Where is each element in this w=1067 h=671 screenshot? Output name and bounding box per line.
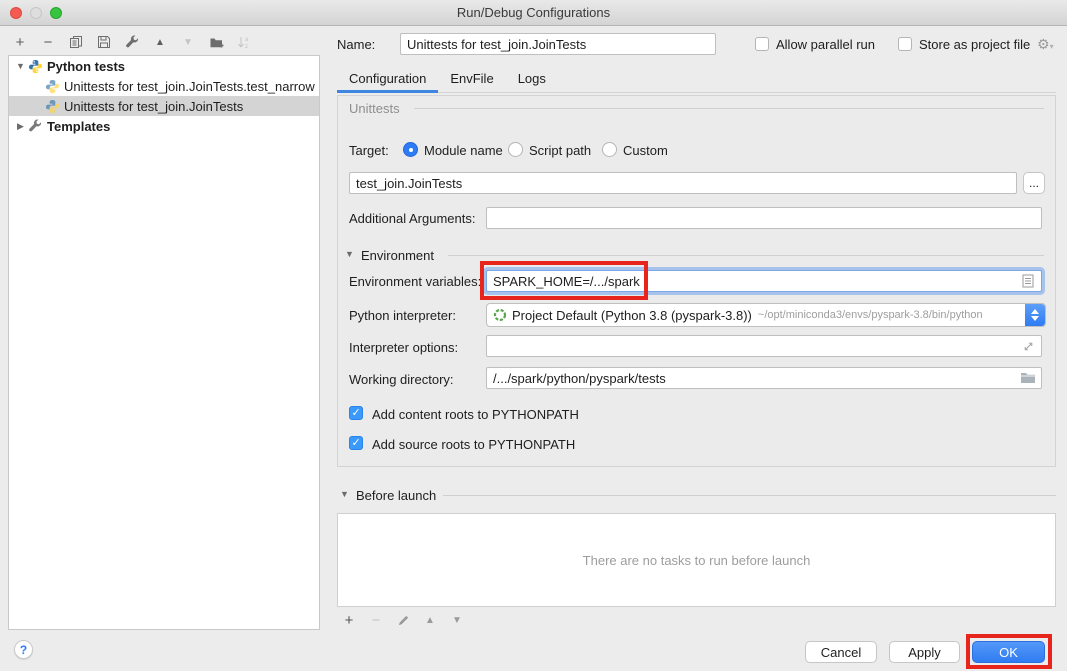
add-icon[interactable]: + [12,34,28,50]
edit-variables-icon[interactable] [1022,274,1034,291]
expand-field-icon[interactable] [1022,340,1035,356]
add-content-roots-label: Add content roots to PYTHONPATH [372,407,579,422]
window-title: Run/Debug Configurations [0,5,1067,20]
working-directory-input[interactable] [486,367,1042,389]
ok-button[interactable]: OK [972,641,1045,663]
add-source-roots-checkbox[interactable] [349,436,363,450]
python-test-icon [45,99,60,114]
edit-templates-icon[interactable] [124,34,140,50]
conda-env-icon [493,308,507,322]
interpreter-options-input[interactable] [486,335,1042,357]
move-up-icon[interactable]: ▲ [152,34,168,50]
tree-item-unittests-test-narrow[interactable]: Unittests for test_join.JoinTests.test_n… [9,76,319,96]
additional-arguments-label: Additional Arguments: [349,211,475,226]
store-as-project-file-checkbox[interactable] [898,37,912,51]
cancel-button[interactable]: Cancel [805,641,877,663]
before-launch-empty-message: There are no tasks to run before launch [583,553,811,568]
additional-arguments-input[interactable] [486,207,1042,229]
environment-variables-input[interactable] [486,270,1042,292]
before-launch-task-list: There are no tasks to run before launch [337,513,1056,607]
group-divider [414,108,1044,109]
tree-item-label: Templates [47,119,110,134]
store-options-gear-icon[interactable]: ⚙▾ [1037,37,1054,51]
move-up-icon[interactable]: ▲ [422,612,438,628]
edit-icon[interactable] [395,612,411,628]
unittests-group-title: Unittests [349,101,400,116]
add-icon[interactable]: + [341,612,357,628]
remove-icon[interactable]: − [368,612,384,628]
svg-text:a: a [245,37,249,43]
before-launch-collapse-icon[interactable]: ▼ [340,489,349,499]
tab-configuration[interactable]: Configuration [337,66,438,93]
title-bar: Run/Debug Configurations [0,0,1067,26]
svg-text:z: z [245,44,248,50]
select-stepper-icon[interactable] [1025,304,1045,326]
store-as-project-file-label: Store as project file [919,37,1030,52]
radio-script-path[interactable] [508,142,523,157]
tree-item-templates[interactable]: ▶ Templates [9,116,319,136]
radio-custom[interactable] [602,142,617,157]
tree-item-label: Python tests [47,59,125,74]
python-icon [28,59,43,74]
radio-module-name-label: Module name [424,143,503,158]
tree-item-python-tests[interactable]: ▼ Python tests [9,56,319,76]
move-down-icon[interactable]: ▼ [180,34,196,50]
name-input[interactable] [400,33,716,55]
run-debug-configurations-dialog: Run/Debug Configurations + − ▲ ▼ az ▼ Py [0,0,1067,671]
tab-logs[interactable]: Logs [506,66,558,93]
radio-custom-label: Custom [623,143,668,158]
before-launch-title: Before launch [356,488,436,503]
environment-divider [448,255,1044,256]
environment-collapse-icon[interactable]: ▼ [345,249,354,259]
add-content-roots-checkbox[interactable] [349,406,363,420]
working-directory-label: Working directory: [349,372,454,387]
move-down-icon[interactable]: ▼ [449,612,465,628]
apply-button[interactable]: Apply [889,641,960,663]
environment-section-title: Environment [361,248,434,263]
tab-bar: Configuration EnvFile Logs [337,66,558,93]
chevron-right-icon[interactable]: ▶ [15,121,26,132]
configurations-toolbar: + − ▲ ▼ az [12,32,252,52]
folder-icon[interactable] [1020,371,1036,387]
copy-icon[interactable] [68,34,84,50]
name-label: Name: [337,37,375,52]
browse-button[interactable]: ... [1023,172,1045,194]
radio-script-path-label: Script path [529,143,591,158]
remove-icon[interactable]: − [40,34,56,50]
wrench-icon [28,119,43,134]
allow-parallel-run-label: Allow parallel run [776,37,875,52]
allow-parallel-run-checkbox[interactable] [755,37,769,51]
save-icon[interactable] [96,34,112,50]
chevron-down-icon[interactable]: ▼ [15,61,26,71]
configurations-tree: ▼ Python tests Unittests for test_join.J… [8,55,320,630]
module-name-input[interactable] [349,172,1017,194]
radio-module-name[interactable] [403,142,418,157]
before-launch-toolbar: + − ▲ ▼ [341,611,465,629]
tree-item-label: Unittests for test_join.JoinTests [64,99,243,114]
help-button[interactable]: ? [14,640,33,659]
tree-item-unittests-jointests-selected[interactable]: Unittests for test_join.JoinTests [9,96,319,116]
target-label: Target: [349,143,389,158]
python-interpreter-select[interactable]: Project Default (Python 3.8 (pyspark-3.8… [486,303,1046,327]
tree-item-label: Unittests for test_join.JoinTests.test_n… [64,79,315,94]
python-interpreter-path: ~/opt/miniconda3/envs/pyspark-3.8/bin/py… [758,309,983,321]
python-interpreter-value: Project Default (Python 3.8 (pyspark-3.8… [512,308,752,323]
new-folder-icon[interactable] [208,34,224,50]
interpreter-options-label: Interpreter options: [349,340,458,355]
python-interpreter-label: Python interpreter: [349,308,456,323]
environment-variables-label: Environment variables: [349,274,481,289]
add-source-roots-label: Add source roots to PYTHONPATH [372,437,575,452]
sort-alphabetically-icon[interactable]: az [236,34,252,50]
before-launch-divider [443,495,1056,496]
python-test-icon [45,79,60,94]
tab-envfile[interactable]: EnvFile [438,66,505,93]
